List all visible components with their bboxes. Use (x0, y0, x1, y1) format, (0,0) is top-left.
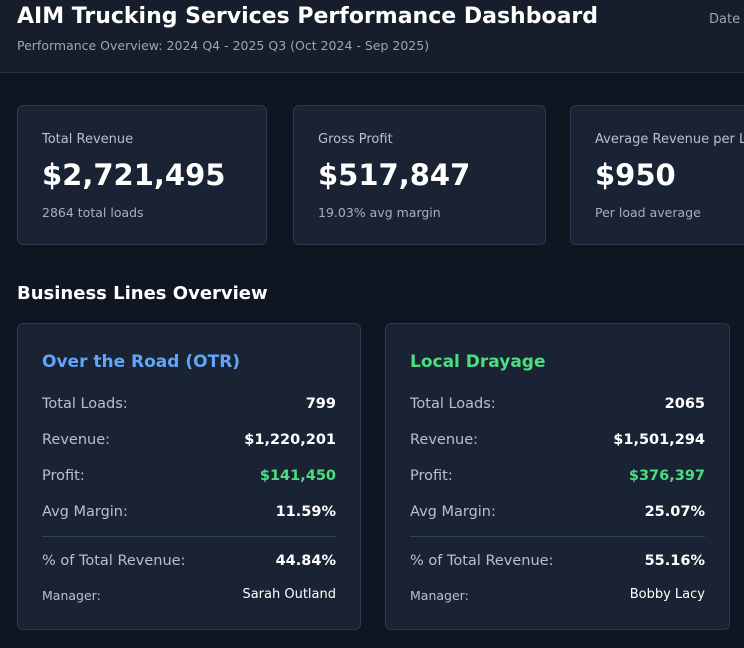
stat-value: 11.59% (275, 504, 336, 520)
stat-label: Profit: (410, 468, 453, 484)
stat-label: Total Loads: (42, 396, 128, 412)
stat-label: Total Loads: (410, 396, 496, 412)
stat-row-profit: Profit: $376,397 (410, 468, 705, 488)
stat-row-revenue: Revenue: $1,220,201 (42, 432, 336, 452)
stat-value: $1,501,294 (613, 432, 705, 448)
manager-name: Sarah Outland (242, 587, 336, 602)
kpi-label: Gross Profit (318, 132, 393, 147)
business-line-title: Over the Road (OTR) (42, 352, 241, 372)
stat-row-avg-margin: Avg Margin: 25.07% (410, 504, 705, 524)
business-line-card-local-drayage: Local Drayage Total Loads: 2065 Revenue:… (385, 323, 730, 630)
stat-label: Profit: (42, 468, 85, 484)
stat-row-revenue: Revenue: $1,501,294 (410, 432, 705, 452)
kpi-label: Total Revenue (42, 132, 134, 147)
stat-row-avg-margin: Avg Margin: 11.59% (42, 504, 336, 524)
stat-row-pct-total-revenue: % of Total Revenue: 44.84% (42, 553, 336, 573)
stat-value: 799 (305, 396, 336, 412)
kpi-subtext: Per load average (595, 205, 701, 220)
kpi-card-gross-profit: Gross Profit $517,847 19.03% avg margin (293, 105, 546, 245)
stat-row-total-loads: Total Loads: 799 (42, 396, 336, 416)
business-line-card-otr: Over the Road (OTR) Total Loads: 799 Rev… (17, 323, 361, 630)
dashboard-header: AIM Trucking Services Performance Dashbo… (0, 0, 744, 73)
page-title: AIM Trucking Services Performance Dashbo… (17, 4, 599, 29)
stat-label: Manager: (410, 588, 469, 603)
kpi-label: Average Revenue per Lo (595, 132, 744, 147)
kpi-card-total-revenue: Total Revenue $2,721,495 2864 total load… (17, 105, 267, 245)
stat-value: 55.16% (644, 553, 705, 569)
stat-row-profit: Profit: $141,450 (42, 468, 336, 488)
stat-value: 2065 (664, 396, 705, 412)
stat-label: Avg Margin: (42, 504, 128, 520)
stat-label: Revenue: (42, 432, 111, 448)
stat-label: % of Total Revenue: (42, 553, 186, 569)
stat-value: $141,450 (259, 468, 336, 484)
kpi-value: $517,847 (318, 158, 471, 192)
divider (410, 536, 705, 537)
page-subtitle: Performance Overview: 2024 Q4 - 2025 Q3 … (17, 38, 430, 53)
stat-value: $1,220,201 (244, 432, 336, 448)
stat-value: 44.84% (275, 553, 336, 569)
stat-row-pct-total-revenue: % of Total Revenue: 55.16% (410, 553, 705, 573)
stat-row-manager: Manager: Bobby Lacy (410, 586, 705, 606)
stat-value: 25.07% (644, 504, 705, 520)
divider (42, 536, 336, 537)
manager-name: Bobby Lacy (629, 587, 705, 602)
stat-row-manager: Manager: Sarah Outland (42, 586, 336, 606)
kpi-subtext: 2864 total loads (42, 205, 144, 220)
stat-label: Manager: (42, 588, 101, 603)
stat-row-total-loads: Total Loads: 2065 (410, 396, 705, 416)
stat-label: Avg Margin: (410, 504, 496, 520)
section-title-business-lines: Business Lines Overview (17, 283, 268, 304)
kpi-value: $950 (595, 158, 676, 192)
kpi-subtext: 19.03% avg margin (318, 205, 441, 220)
kpi-value: $2,721,495 (42, 158, 226, 192)
kpi-card-avg-revenue-per-load: Average Revenue per Lo $950 Per load ave… (570, 105, 744, 245)
stat-label: Revenue: (410, 432, 479, 448)
business-line-title: Local Drayage (410, 352, 546, 372)
date-label: Date I (709, 12, 744, 27)
stat-value: $376,397 (628, 468, 705, 484)
stat-label: % of Total Revenue: (410, 553, 554, 569)
